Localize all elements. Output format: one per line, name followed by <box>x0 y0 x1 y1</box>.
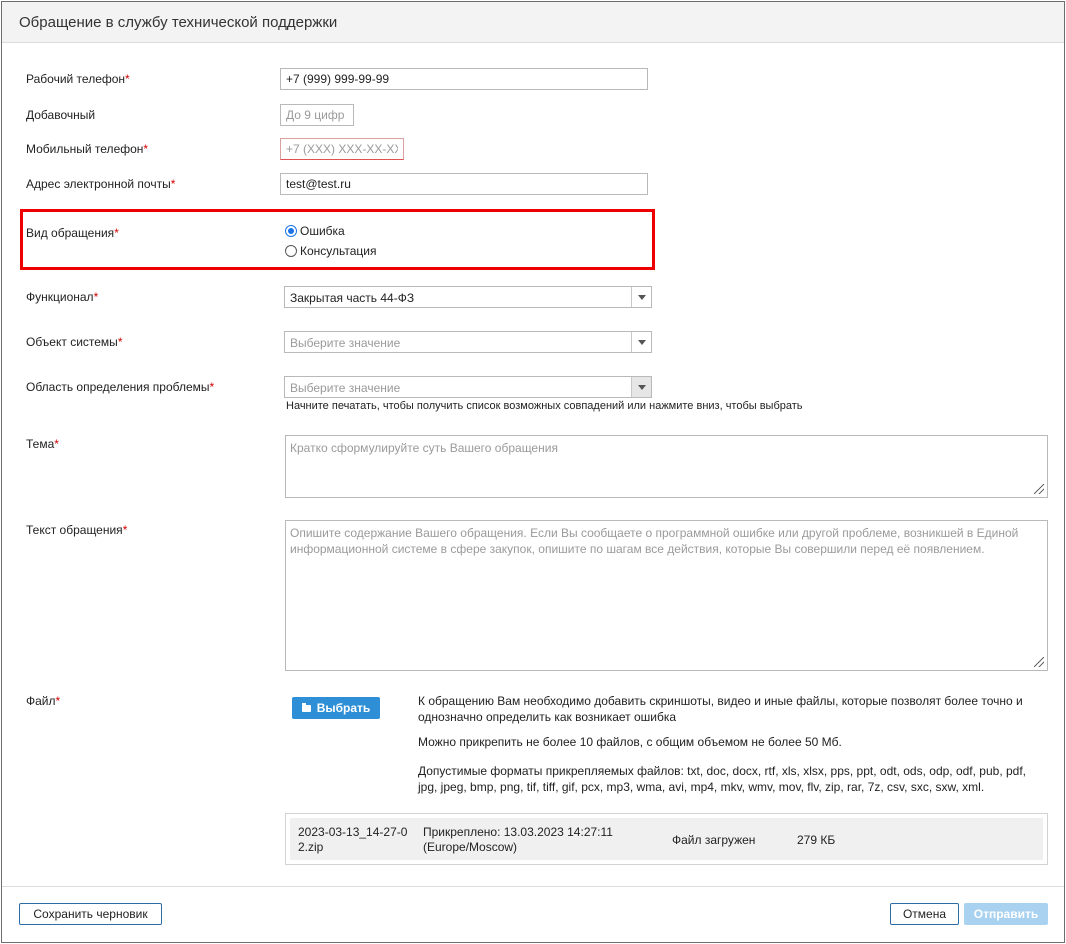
chevron-down-icon[interactable] <box>631 287 651 307</box>
cancel-button[interactable]: Отмена <box>890 903 959 925</box>
file-formats-text: Допустимые форматы прикрепляемых файлов:… <box>418 764 1027 794</box>
system-object-label: Объект системы* <box>26 335 123 349</box>
resize-grip-icon[interactable] <box>1034 657 1044 667</box>
mobile-phone-label: Мобильный телефон* <box>26 142 149 156</box>
file-label: Файл* <box>26 694 61 708</box>
radio-consultation[interactable]: Консультация <box>285 244 376 258</box>
problem-area-placeholder: Выберите значение <box>290 381 401 395</box>
work-phone-input[interactable] <box>280 68 648 90</box>
resize-grip-icon[interactable] <box>1034 484 1044 494</box>
folder-icon <box>301 702 311 712</box>
email-input[interactable] <box>280 173 648 195</box>
work-phone-label: Рабочий телефон* <box>26 72 130 86</box>
chevron-down-icon[interactable] <box>631 377 651 397</box>
chevron-down-icon[interactable] <box>631 332 651 352</box>
request-type-label: Вид обращения* <box>26 226 119 240</box>
mobile-phone-input[interactable] <box>280 138 404 160</box>
radio-error-label: Ошибка <box>300 224 345 238</box>
attached-files-list: 2023-03-13_14-27-0 2.zip Прикреплено: 13… <box>285 813 1048 865</box>
subject-textarea[interactable] <box>285 435 1048 498</box>
problem-area-label: Область определения проблемы* <box>26 380 215 394</box>
dialog-title: Обращение в службу технической поддержки <box>19 14 338 31</box>
system-object-placeholder: Выберите значение <box>290 336 401 350</box>
message-label: Текст обращения* <box>26 523 128 537</box>
problem-area-select[interactable]: Выберите значение <box>284 376 652 398</box>
radio-error-indicator[interactable] <box>285 225 297 237</box>
system-object-select[interactable]: Выберите значение <box>284 331 652 353</box>
functional-label: Функционал* <box>26 290 99 304</box>
attached-file-size: 279 КБ <box>797 833 836 847</box>
attached-file-date: Прикреплено: 13.03.2023 14:27:11 (Europe… <box>423 825 613 854</box>
file-limit-text: Можно прикрепить не более 10 файлов, с о… <box>418 735 842 749</box>
extension-input[interactable] <box>280 104 354 126</box>
footer-divider <box>2 886 1064 887</box>
choose-file-label: Выбрать <box>316 701 371 715</box>
save-draft-button[interactable]: Сохранить черновик <box>19 903 162 925</box>
message-textarea[interactable] <box>285 520 1048 671</box>
file-info-text: К обращению Вам необходимо добавить скри… <box>418 694 1023 724</box>
attached-file-status: Файл загружен <box>672 833 756 847</box>
extension-label: Добавочный <box>26 108 96 122</box>
email-label: Адрес электронной почты* <box>26 177 176 191</box>
attached-file-name: 2023-03-13_14-27-0 2.zip <box>298 825 408 854</box>
radio-consultation-indicator[interactable] <box>285 245 297 257</box>
attached-file-row[interactable]: 2023-03-13_14-27-0 2.zip Прикреплено: 13… <box>290 818 1043 860</box>
radio-consultation-label: Консультация <box>300 244 377 258</box>
problem-area-hint: Начните печатать, чтобы получить список … <box>286 400 803 412</box>
dialog-header: Обращение в службу технической поддержки <box>2 2 1064 43</box>
support-request-dialog: Обращение в службу технической поддержки… <box>1 1 1065 943</box>
submit-button[interactable]: Отправить <box>964 903 1048 925</box>
radio-error[interactable]: Ошибка <box>285 224 345 238</box>
functional-select[interactable]: Закрытая часть 44-ФЗ <box>284 286 652 308</box>
functional-value: Закрытая часть 44-ФЗ <box>290 291 415 305</box>
subject-label: Тема* <box>26 437 59 451</box>
choose-file-button[interactable]: Выбрать <box>292 697 380 719</box>
